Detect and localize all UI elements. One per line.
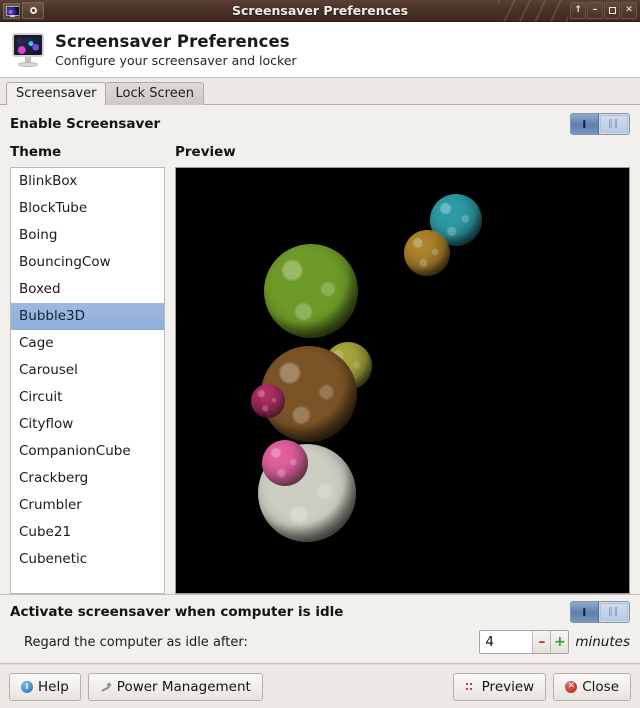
enable-screensaver-row: Enable Screensaver I ‖‖ [10, 113, 630, 135]
idle-delay-spinner[interactable]: 4 – + [479, 630, 570, 654]
activate-when-idle-toggle[interactable]: I ‖‖ [570, 601, 630, 623]
close-window-button[interactable]: ✕ [621, 2, 637, 19]
screensaver-tab-panel: Enable Screensaver I ‖‖ Theme BlinkBox Bl… [0, 105, 640, 595]
page-subtitle: Configure your screensaver and locker [55, 52, 297, 68]
theme-list-item[interactable]: Boxed [11, 276, 164, 303]
idle-delay-decrement-button[interactable]: – [532, 631, 551, 653]
idle-delay-controls: 4 – + minutes [479, 630, 630, 654]
power-plug-icon [100, 681, 112, 693]
idle-delay-row: Regard the computer as idle after: 4 – +… [10, 629, 630, 655]
theme-list-item[interactable]: Cubenetic [11, 546, 164, 573]
help-icon: i [21, 680, 33, 693]
idle-toggle-on-side: I [571, 602, 599, 622]
shade-window-button[interactable]: ↑ [570, 2, 586, 19]
gold-bubble [404, 230, 450, 276]
theme-heading: Theme [10, 144, 62, 160]
help-button[interactable]: i Help [9, 672, 81, 701]
theme-list-item[interactable]: Boing [11, 222, 164, 249]
theme-list-item[interactable]: Cage [11, 330, 164, 357]
enable-screensaver-toggle[interactable]: I ‖‖ [570, 113, 630, 135]
preview-button[interactable]: Preview [452, 672, 547, 701]
theme-list-item[interactable]: BlockTube [11, 195, 164, 222]
idle-delay-label: Regard the computer as idle after: [24, 634, 248, 650]
theme-list[interactable]: BlinkBox BlockTube Boing BouncingCow Boxed Bu… [10, 167, 165, 594]
theme-list-item[interactable]: Crumbler [11, 492, 164, 519]
idle-settings-section: Activate screensaver when computer is id… [0, 595, 640, 664]
theme-list-item[interactable]: Circuit [11, 384, 164, 411]
window-menu-button[interactable] [22, 2, 44, 19]
theme-column: Theme BlinkBox BlockTube Boing BouncingCow B… [10, 144, 165, 594]
theme-list-item[interactable]: Crackberg [11, 465, 164, 492]
monitor-icon [10, 31, 46, 69]
tab-strip: Screensaver Lock Screen [0, 78, 640, 105]
help-button-label: Help [38, 678, 69, 695]
idle-delay-input[interactable]: 4 [480, 631, 532, 653]
titlebar-left-controls [0, 2, 44, 19]
theme-list-item[interactable]: Bubble3D [11, 303, 164, 330]
close-icon: ✕ [565, 680, 578, 693]
theme-list-item[interactable]: Cityflow [11, 411, 164, 438]
idle-toggle-off-side: ‖‖ [599, 603, 628, 621]
idle-delay-units-label: minutes [575, 634, 630, 650]
minimize-window-button[interactable]: – [587, 2, 603, 19]
green-bubble [264, 244, 358, 338]
titlebar-window-buttons: ↑ – ✕ [570, 2, 640, 19]
screensaver-preferences-window: Screensaver Preferences ↑ – ✕ Screensave… [0, 0, 640, 708]
magenta-bubble [251, 384, 285, 418]
theme-list-item[interactable]: BlinkBox [11, 168, 164, 195]
window-title: Screensaver Preferences [231, 3, 409, 18]
preview-column: Preview [175, 144, 630, 594]
tab-lock-screen[interactable]: Lock Screen [105, 82, 204, 105]
preview-heading: Preview [175, 144, 236, 160]
theme-list-item[interactable]: Cube21 [11, 519, 164, 546]
page-header: Screensaver Preferences Configure your s… [0, 22, 640, 78]
window-titlebar[interactable]: Screensaver Preferences ↑ – ✕ [0, 0, 640, 22]
activate-when-idle-row: Activate screensaver when computer is id… [10, 601, 630, 623]
idle-delay-increment-button[interactable]: + [550, 631, 569, 653]
theme-list-item[interactable]: Carousel [11, 357, 164, 384]
preview-area[interactable] [175, 167, 630, 594]
preview-icon [465, 681, 477, 693]
close-button-label: Close [582, 678, 619, 695]
theme-and-preview-columns: Theme BlinkBox BlockTube Boing BouncingCow B… [10, 144, 630, 594]
toggle-off-side: ‖‖ [599, 115, 628, 133]
close-button[interactable]: ✕ Close [553, 672, 631, 701]
pink-bubble [262, 440, 308, 486]
enable-screensaver-label: Enable Screensaver [10, 116, 161, 132]
page-title: Screensaver Preferences [55, 31, 290, 51]
power-management-button-label: Power Management [116, 678, 251, 695]
activate-when-idle-label: Activate screensaver when computer is id… [10, 604, 344, 620]
power-management-button[interactable]: Power Management [87, 672, 263, 701]
theme-list-item[interactable]: CompanionCube [11, 438, 164, 465]
toggle-on-side: I [571, 114, 599, 134]
maximize-window-button[interactable] [604, 2, 620, 19]
window-app-icon [3, 2, 20, 19]
tab-screensaver[interactable]: Screensaver [6, 82, 107, 105]
titlebar-stripes [498, 0, 568, 22]
page-header-text: Screensaver Preferences Configure your s… [55, 32, 297, 68]
preview-button-label: Preview [481, 678, 535, 695]
theme-list-item[interactable]: BouncingCow [11, 249, 164, 276]
dialog-action-bar: i Help Power Management Preview ✕ Close [0, 664, 640, 708]
